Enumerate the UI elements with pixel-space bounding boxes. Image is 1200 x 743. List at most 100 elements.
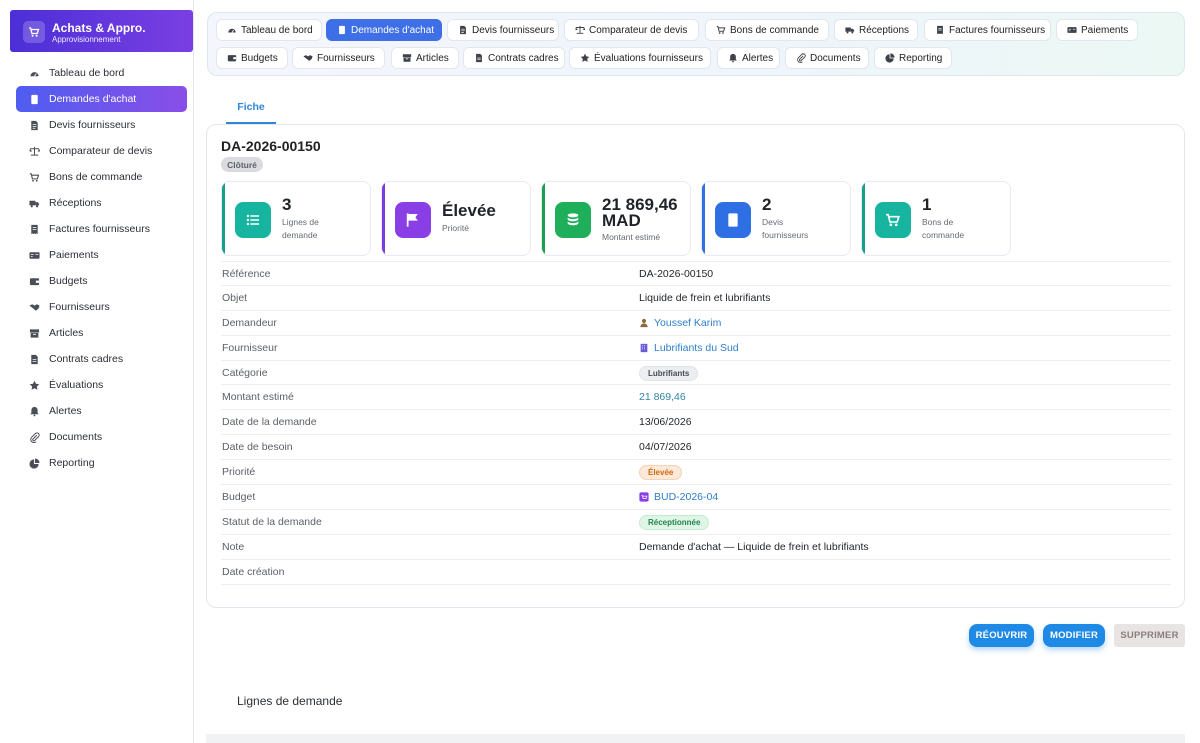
tab-fiche[interactable]: Fiche [226,92,276,124]
stat-value: Élevée [442,201,496,220]
topnav-tab-réceptions[interactable]: Réceptions [834,19,918,41]
reopen-button[interactable]: RÉOUVRIR [969,624,1034,647]
stat-accent-bar [862,182,865,255]
stat-accent-bar [382,182,385,255]
topnav-tab-tableau-de-bord[interactable]: Tableau de bord [216,19,322,41]
sidebar-item-documents[interactable]: Documents [16,424,187,450]
sidebar-item-bons-de-commande[interactable]: Bons de commande [16,164,187,190]
flag-icon [395,202,431,238]
sidebar-item-label: Budgets [49,275,88,287]
topnav-tab-reporting[interactable]: Reporting [874,47,952,69]
sidebar-item-reporting[interactable]: Reporting [16,450,187,476]
topnav-tab-factures-fournisseurs[interactable]: Factures fournisseurs [924,19,1051,41]
sidebar-item-fournisseurs[interactable]: Fournisseurs [16,294,187,320]
sidebar-item-label: Demandes d'achat [49,93,137,105]
sidebar-item-budgets[interactable]: Budgets [16,268,187,294]
sidebar-item-contrats-cadres[interactable]: Contrats cadres [16,346,187,372]
stat-value: 1 [922,195,932,214]
cart-icon [716,25,726,35]
stat-accent-bar [222,182,225,255]
topnav-tab-budgets[interactable]: Budgets [216,47,288,69]
sidebar-item-label: Fournisseurs [49,301,110,313]
detail-value[interactable]: Youssef Karim [639,317,721,329]
list-icon [235,202,271,238]
topnav-tab-label: Contrats cadres [488,52,559,64]
stat-value: 2 [762,195,772,214]
topnav-tab-label: Devis fournisseurs [472,24,555,36]
topnav-tab-fournisseurs[interactable]: Fournisseurs [292,47,385,69]
topnav-tab-bons-de-commande[interactable]: Bons de commande [705,19,829,41]
detail-row: Priorité Élevée [221,460,1171,486]
edit-button[interactable]: MODIFIER [1043,624,1105,647]
invoice-icon [29,224,40,235]
detail-row: Référence DA-2026-00150 [221,261,1171,286]
topnav-tab-contrats-cadres[interactable]: Contrats cadres [463,47,565,69]
topnav-tab-demandes-d-achat[interactable]: Demandes d'achat [326,19,442,41]
quote-icon [29,120,40,131]
brand-subtitle: Approvisionnement [52,35,121,44]
sidebar-item-alertes[interactable]: Alertes [16,398,187,424]
sidebar-item-évaluations[interactable]: Évaluations [16,372,187,398]
detail-label: Demandeur [222,316,277,329]
stat-card: 21 869,46 MAD Montant estimé [541,181,691,256]
detail-row: Montant estimé 21 869,46 [221,385,1171,411]
detail-value-text: Liquide de frein et lubrifiants [639,291,771,304]
detail-link[interactable]: Youssef Karim [654,317,721,329]
dashboard-icon [29,68,40,79]
user-icon [639,318,649,328]
bell-icon [728,53,738,63]
sidebar-item-comparateur-de-devis[interactable]: Comparateur de devis [16,138,187,164]
handshake-icon [29,302,40,313]
sidebar-item-réceptions[interactable]: Réceptions [16,190,187,216]
topnav-tab-évaluations-fournisseurs[interactable]: Évaluations fournisseurs [569,47,711,69]
top-nav: Tableau de bord Demandes d'achat Devis fou… [207,12,1185,76]
sidebar-item-articles[interactable]: Articles [16,320,187,346]
detail-row: Note Demande d'achat — Liquide de frein e… [221,535,1171,560]
detail-value-text: 13/06/2026 [639,416,692,429]
topnav-tab-documents[interactable]: Documents [785,47,869,69]
sidebar-item-label: Bons de commande [49,171,143,183]
topnav-tab-paiements[interactable]: Paiements [1056,19,1138,41]
topnav-tab-devis-fournisseurs[interactable]: Devis fournisseurs [447,19,559,41]
detail-value[interactable]: BUD-2026-04 [639,491,718,503]
stat-label: Lignes de [282,217,319,227]
detail-link[interactable]: BUD-2026-04 [654,491,718,503]
topnav-tab-comparateur-de-devis[interactable]: Comparateur de devis [564,19,699,41]
invoice-icon [935,25,945,35]
brand-header[interactable]: Achats & Appro. Approvisionnement [10,10,193,52]
sidebar-item-devis-fournisseurs[interactable]: Devis fournisseurs [16,112,187,138]
detail-label: Budget [222,491,256,504]
sidebar-item-label: Contrats cadres [49,353,124,365]
detail-label: Fournisseur [222,341,278,354]
topnav-tab-label: Bons de commande [730,24,819,36]
sidebar-item-paiements[interactable]: Paiements [16,242,187,268]
detail-link[interactable]: Lubrifiants du Sud [654,342,739,354]
truck-icon [845,25,855,35]
topnav-tab-label: Factures fournisseurs [949,24,1046,36]
sidebar-item-demandes-d-achat[interactable]: Demandes d'achat [16,86,187,112]
balance-icon [29,146,40,157]
sidebar-item-tableau-de-bord[interactable]: Tableau de bord [16,60,187,86]
coins-icon [555,202,591,238]
document-icon [337,25,347,35]
detail-value-text: 21 869,46 [639,391,686,404]
topnav-tab-label: Documents [810,52,861,64]
topnav-tab-label: Alertes [742,52,774,64]
star-icon [29,380,40,391]
detail-row: Objet Liquide de frein et lubrifiants [221,286,1171,311]
topnav-tab-label: Réceptions [859,24,910,36]
detail-value[interactable]: Lubrifiants du Sud [639,342,739,354]
detail-row: Fournisseur Lubrifiants du Sud [221,336,1171,361]
contract-icon [474,53,484,63]
topnav-tab-articles[interactable]: Articles [391,47,459,69]
sidebar-item-label: Tableau de bord [49,67,125,79]
stat-accent-bar [542,182,545,255]
sidebar-item-factures-fournisseurs[interactable]: Factures fournisseurs [16,216,187,242]
quote-icon [458,25,468,35]
sidebar-item-label: Factures fournisseurs [49,223,150,235]
topnav-tab-alertes[interactable]: Alertes [717,47,780,69]
detail-row: Date de la demande 13/06/2026 [221,410,1171,436]
delete-button[interactable]: SUPPRIMER [1114,624,1185,647]
sidebar-item-label: Comparateur de devis [49,145,153,157]
detail-row: Budget BUD-2026-04 [221,485,1171,510]
